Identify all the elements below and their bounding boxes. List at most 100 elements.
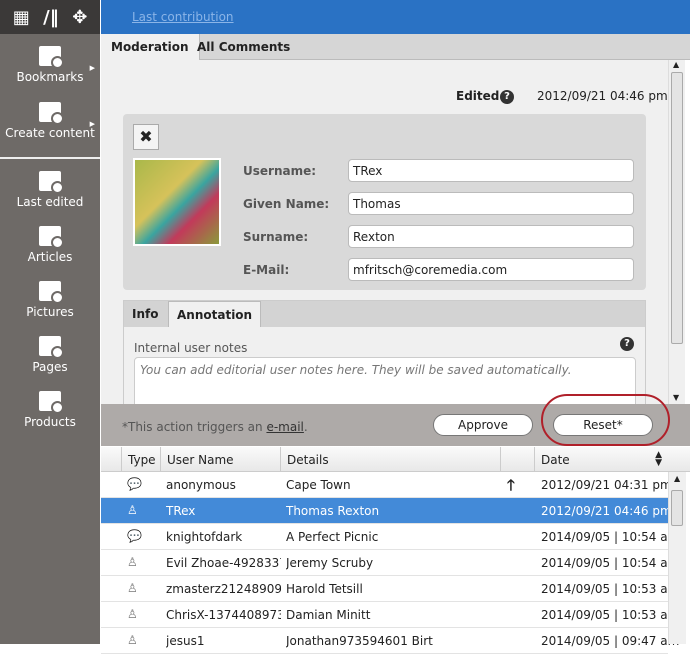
help-icon[interactable]: ? (620, 337, 634, 351)
sidebar-item-products[interactable]: Products (0, 391, 100, 429)
username-label: Username: (243, 164, 317, 178)
submenu-arrow-icon: ▶ (89, 64, 95, 72)
library-icon[interactable]: /‖ (43, 7, 59, 28)
edited-date: 2012/09/21 04:46 pm (537, 89, 668, 103)
sort-icon: ▲ ▼ (655, 450, 662, 468)
tab-all-comments[interactable]: All Comments (187, 34, 300, 60)
sidebar-item-articles[interactable]: Articles (0, 226, 100, 264)
table-row[interactable]: ♙ ChrisX-1374408973 Damian Minitt 2014/0… (101, 602, 679, 628)
username-field[interactable]: TRex (348, 159, 634, 182)
new-document-icon (39, 102, 64, 125)
header-bar: Last contribution (101, 0, 690, 34)
surname-field[interactable]: Rexton (348, 225, 634, 248)
annotation-tabs: Info Annotation (124, 301, 645, 327)
sidebar-item-last-edited[interactable]: Last edited (0, 171, 100, 209)
table-row[interactable]: 💬 anonymous Cape Town 🡑 2012/09/21 04:31… (101, 472, 672, 498)
approve-button[interactable]: Approve (433, 414, 533, 436)
navigate-icon[interactable]: ✥ (72, 7, 87, 28)
folder-star-icon (39, 46, 64, 69)
sidebar-item-bookmarks[interactable]: Bookmarks ▶ (0, 46, 100, 84)
annotation-panel: Info Annotation Internal user notes ? Yo… (123, 300, 646, 404)
sidebar-item-label: Pages (32, 360, 68, 374)
column-details[interactable]: Details (280, 447, 500, 472)
grid-icon[interactable]: ▦ (13, 7, 30, 28)
surname-label: Surname: (243, 230, 309, 244)
details-cell: Thomas Rexton (286, 504, 380, 518)
table-row[interactable]: ♙ TRex Thomas Rexton 2012/09/21 04:46 pm (101, 498, 672, 524)
table-row[interactable]: ♙ zmasterz2124890908 Harold Tetsill 2014… (101, 576, 679, 602)
user-icon: ♙ (127, 607, 138, 621)
table-row[interactable]: ♙ jesus1 Jonathan973594601 Birt 2014/09/… (101, 628, 679, 654)
user-name-cell: zmasterz2124890908 (166, 582, 281, 596)
table-row[interactable]: ♙ Evil Zhoae-4928337... Jeremy Scruby 20… (101, 550, 679, 576)
tab-info[interactable]: Info (124, 301, 166, 327)
user-icon: ♙ (127, 581, 138, 595)
folder-search-icon (39, 281, 64, 304)
moderation-panel: Edited ? 2012/09/21 04:46 pm ✖ Username:… (101, 60, 668, 404)
comment-icon: 💬 (127, 529, 142, 543)
date-cell: 2014/09/05 | 10:53 am (541, 582, 680, 596)
user-name-cell: anonymous (166, 478, 236, 492)
column-type[interactable]: Type (121, 447, 162, 472)
column-date-label: Date (541, 453, 570, 467)
scroll-thumb[interactable] (671, 72, 683, 344)
panel-scrollbar[interactable]: ▲ ▼ (668, 60, 685, 404)
user-icon: ♙ (127, 633, 138, 647)
user-name-cell: TRex (166, 504, 196, 518)
sidebar-item-label: Pictures (26, 305, 74, 319)
folder-search-icon (39, 171, 64, 194)
email-note-text: *This action triggers an (122, 420, 267, 434)
last-contribution-link[interactable]: Last contribution (132, 10, 234, 24)
details-cell: Damian Minitt (286, 608, 371, 622)
given-name-label: Given Name: (243, 197, 330, 211)
details-cell: Harold Tetsill (286, 582, 363, 596)
email-field[interactable]: mfritsch@coremedia.com (348, 258, 634, 281)
folder-search-icon (39, 391, 64, 414)
table-scrollbar[interactable]: ▲ (668, 472, 686, 644)
sidebar-item-label: Bookmarks (16, 70, 84, 84)
date-cell: 2014/09/05 | 10:53 am (541, 608, 680, 622)
table-header: Type User Name Details Date ▲ ▼ (101, 447, 690, 472)
user-name-cell: jesus1 (166, 634, 205, 648)
notes-label: Internal user notes (134, 341, 248, 355)
column-date[interactable]: Date ▲ ▼ (534, 447, 668, 472)
sidebar-item-label: Last edited (16, 195, 84, 209)
main-tabs: Moderation All Comments (101, 34, 690, 60)
sidebar-item-label: Articles (27, 250, 73, 264)
folder-search-icon (39, 226, 64, 249)
scroll-up-icon[interactable]: ▲ (673, 60, 679, 69)
scroll-up-icon[interactable]: ▲ (674, 474, 680, 483)
folder-search-icon (39, 336, 64, 359)
column-flag[interactable] (500, 447, 534, 472)
email-label: E-Mail: (243, 263, 290, 277)
user-icon: ♙ (127, 555, 138, 569)
sidebar-item-pages[interactable]: Pages (0, 336, 100, 374)
email-note-suffix: . (303, 420, 308, 434)
date-cell: 2014/09/05 | 10:54 am (541, 556, 680, 570)
user-name-cell: ChrisX-1374408973 (166, 608, 281, 622)
sidebar-item-pictures[interactable]: Pictures (0, 281, 100, 319)
edited-label: Edited (456, 89, 500, 103)
scroll-down-icon[interactable]: ▼ (673, 393, 679, 402)
sidebar-item-label: Products (24, 415, 76, 429)
email-link[interactable]: e-mail (266, 420, 303, 434)
details-cell: Cape Town (286, 478, 351, 492)
date-cell: 2012/09/21 04:46 pm (541, 504, 672, 518)
action-bar: *This action triggers an e-mail. Approve… (101, 394, 690, 446)
comments-table: 💬 anonymous Cape Town 🡑 2012/09/21 04:31… (101, 472, 679, 654)
submenu-arrow-icon: ▶ (89, 120, 95, 128)
email-note: *This action triggers an e-mail. (122, 420, 308, 434)
column-user-name[interactable]: User Name (160, 447, 280, 472)
tab-moderation[interactable]: Moderation (101, 34, 200, 60)
sidebar-item-label: Create content (5, 126, 95, 140)
remove-user-button[interactable]: ✖ (133, 124, 159, 150)
scroll-thumb[interactable] (671, 490, 683, 526)
table-row[interactable]: 💬 knightofdark A Perfect Picnic 2014/09/… (101, 524, 679, 550)
date-cell: 2014/09/05 | 09:47 am (541, 634, 680, 648)
tab-annotation[interactable]: Annotation (168, 301, 262, 327)
user-card: ✖ Username: TRex Given Name: Thomas Surn… (123, 114, 646, 290)
sidebar-item-create-content[interactable]: Create content ▶ (0, 102, 100, 140)
help-icon[interactable]: ? (500, 90, 514, 104)
given-name-field[interactable]: Thomas (348, 192, 634, 215)
sidebar: ▦ /‖ ✥ Bookmarks ▶ Create content ▶ Last e… (0, 0, 100, 644)
